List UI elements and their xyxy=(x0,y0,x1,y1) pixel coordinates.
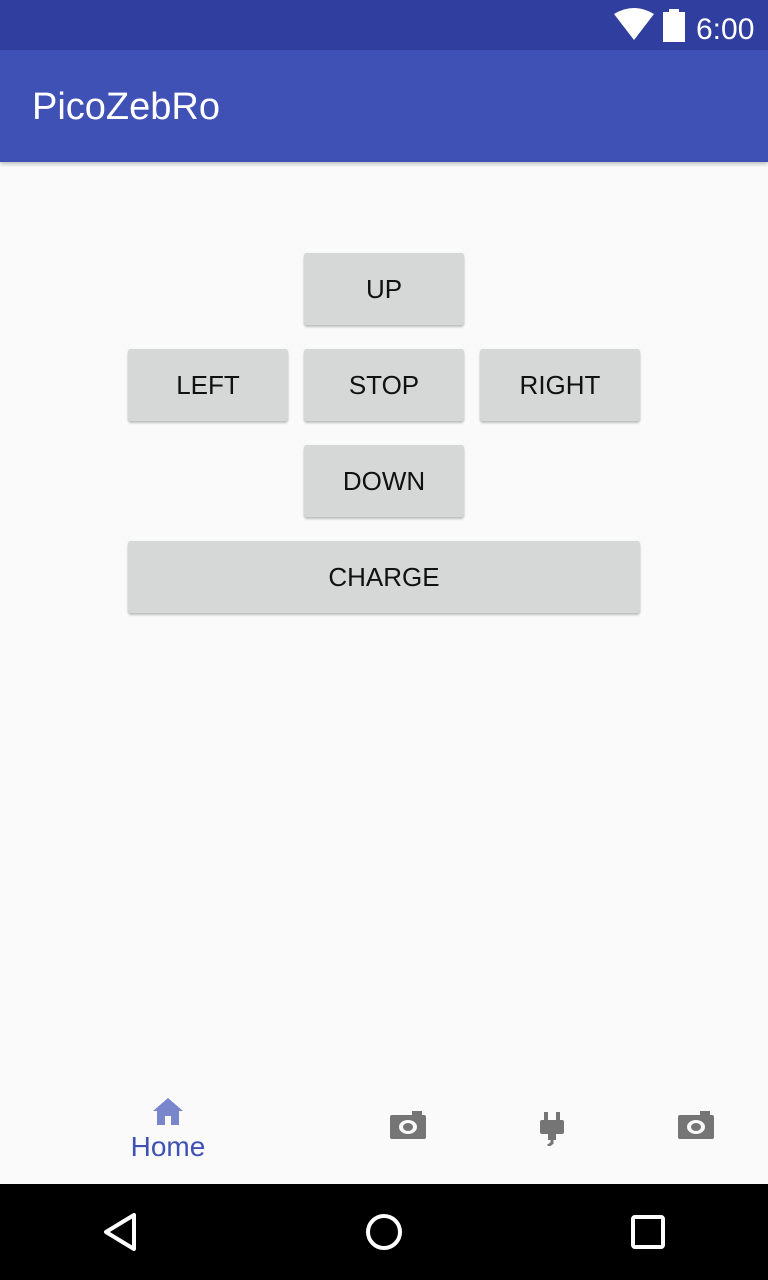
down-button[interactable]: DOWN xyxy=(304,445,464,517)
up-button[interactable]: UP xyxy=(304,253,464,325)
back-icon xyxy=(104,1213,136,1251)
left-button[interactable]: LEFT xyxy=(128,349,288,421)
camera-icon xyxy=(678,1111,714,1139)
status-time: 6:00 xyxy=(696,13,755,46)
plug-icon xyxy=(540,1112,564,1146)
home-circle-icon xyxy=(366,1214,402,1250)
status-bar: 6:00 xyxy=(0,0,768,50)
app-bar: PicoZebRo xyxy=(0,50,768,162)
back-button[interactable] xyxy=(72,1184,168,1280)
right-button[interactable]: RIGHT xyxy=(480,349,640,421)
stop-button[interactable]: STOP xyxy=(304,349,464,421)
home-icon xyxy=(153,1098,183,1125)
nav-item-camera-2[interactable] xyxy=(624,1072,768,1184)
nav-item-home[interactable]: Home xyxy=(96,1072,240,1184)
app-title: PicoZebRo xyxy=(32,86,220,128)
bottom-navigation: Home xyxy=(0,1072,768,1184)
system-navigation-bar xyxy=(0,1184,768,1280)
home-button[interactable] xyxy=(336,1184,432,1280)
recents-button[interactable] xyxy=(600,1184,696,1280)
charge-button[interactable]: CHARGE xyxy=(128,541,640,613)
nav-item-plug[interactable] xyxy=(480,1072,624,1184)
recents-icon xyxy=(631,1215,665,1249)
camera-icon xyxy=(390,1111,426,1139)
nav-item-home-label: Home xyxy=(130,1131,206,1162)
nav-item-camera-1[interactable] xyxy=(336,1072,480,1184)
wifi-icon xyxy=(614,8,654,40)
battery-icon xyxy=(663,9,685,42)
